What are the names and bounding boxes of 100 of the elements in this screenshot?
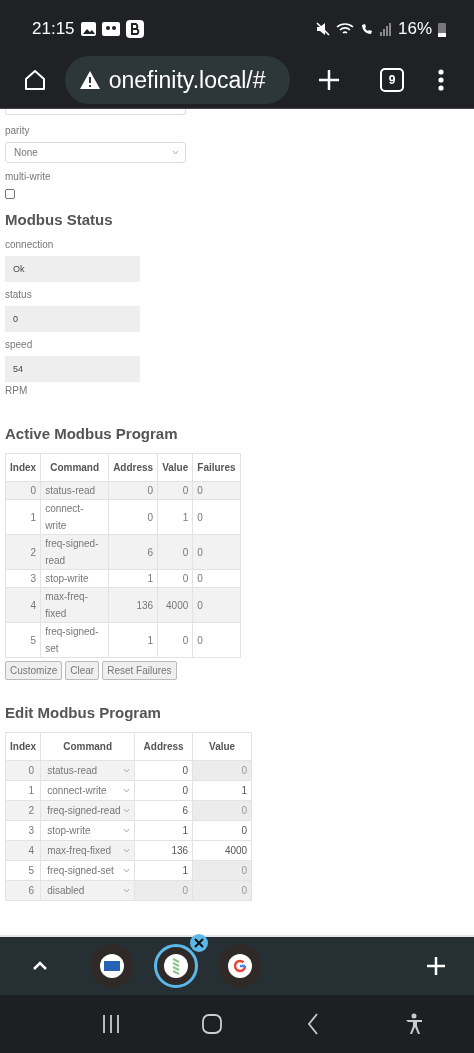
action-button[interactable]: Customize: [5, 661, 63, 680]
table-cell: 0: [157, 622, 193, 658]
checkbox[interactable]: [5, 189, 15, 199]
caret-icon: [123, 828, 131, 833]
caret-icon: [123, 808, 131, 813]
column-header: Command: [40, 732, 135, 761]
table-cell-text: 0: [27, 765, 36, 776]
table-cell: 0: [192, 622, 241, 658]
section-heading: Active Modbus Program: [5, 425, 179, 443]
tab-favicon[interactable]: [90, 944, 134, 988]
colorful-circle-icon: [228, 954, 252, 978]
table-cell: status-read: [40, 481, 109, 500]
b-square-icon: [125, 20, 144, 38]
caret-icon: [123, 768, 131, 773]
command-select[interactable]: connect-write: [41, 781, 135, 800]
command-select[interactable]: freq-signed-set: [41, 861, 135, 880]
address-bar[interactable]: onefinity.local/#: [64, 56, 290, 104]
close-icon: [194, 938, 204, 948]
command-select[interactable]: stop-write: [41, 821, 135, 840]
command-select[interactable]: disabled: [41, 881, 135, 900]
home-square-icon: [201, 1014, 222, 1034]
column-header: Value: [192, 732, 252, 761]
section-heading: Edit Modbus Program: [5, 704, 162, 722]
select-field[interactable]: [5, 109, 186, 115]
table-cell: 4: [5, 587, 41, 623]
action-button[interactable]: Reset Failures: [102, 661, 177, 680]
table-cell: 0: [157, 481, 193, 500]
field-label: status: [5, 289, 33, 301]
table-cell: 4000: [157, 587, 193, 623]
caret-icon: [123, 868, 131, 873]
table-cell: 136: [108, 587, 158, 623]
table-cell: 0: [192, 569, 241, 588]
warning-icon: [78, 70, 101, 90]
column-header: Failures: [192, 453, 241, 482]
column-header: Command: [40, 453, 109, 482]
table-cell: 6: [108, 534, 158, 570]
table-cell-text: 3: [27, 825, 36, 836]
parity-select[interactable]: None: [5, 142, 186, 163]
caret-icon: [172, 150, 179, 155]
back-icon: [306, 1013, 319, 1035]
table-cell-text: 1: [27, 785, 36, 796]
column-header: Value: [157, 453, 193, 482]
table-cell: freq-signed-set: [40, 622, 109, 658]
field-label: multi-write: [5, 171, 52, 183]
table-cell-text: 5: [27, 865, 36, 876]
table-cell: 0: [108, 499, 158, 535]
table-cell: 0: [192, 481, 241, 500]
menu-icon: [437, 69, 444, 91]
clock-time: 21:15: [32, 19, 75, 39]
command-select[interactable]: max-freq-fixed: [41, 841, 135, 860]
table-cell: 0: [192, 534, 241, 570]
unit-label: RPM: [5, 385, 29, 397]
table-cell: 0: [157, 534, 193, 570]
field-label: connection: [5, 239, 55, 251]
tab-favicon[interactable]: [154, 944, 198, 988]
mute-icon: [315, 22, 330, 36]
table-cell: 1: [5, 499, 41, 535]
table-cell: 1: [108, 622, 158, 658]
column-header: Index: [5, 732, 41, 761]
table-cell: 0: [192, 499, 241, 535]
tab-favicon[interactable]: [218, 944, 262, 988]
column-header: Index: [5, 453, 41, 482]
close-button[interactable]: [190, 934, 208, 952]
table-cell: stop-write: [40, 569, 109, 588]
section-heading: Modbus Status: [5, 211, 114, 229]
table-cell-text: 4: [27, 845, 36, 856]
rectangle-logo-icon: [100, 954, 124, 978]
caret-icon: [123, 888, 131, 893]
recents-icon: [100, 1014, 121, 1034]
tab-count: 9: [379, 68, 404, 92]
command-select[interactable]: freq-signed-read: [41, 801, 135, 820]
table-cell: 1: [157, 499, 193, 535]
field-label: speed: [5, 339, 34, 351]
readonly-field: 54: [5, 356, 140, 382]
command-select[interactable]: status-read: [41, 761, 135, 780]
table-cell-text: 6: [27, 885, 36, 896]
table-cell: 5: [5, 622, 41, 658]
table-cell-text: 2: [27, 805, 36, 816]
table-cell: 3: [5, 569, 41, 588]
signal-icon: [379, 22, 392, 36]
tab-switcher-button[interactable]: 9: [372, 60, 412, 100]
column-header: Address: [108, 453, 158, 482]
readonly-field: Ok: [5, 256, 140, 282]
home-icon: [23, 68, 48, 92]
stripes-icon: [164, 954, 188, 978]
plus-icon: [318, 69, 341, 91]
table-cell: 0: [5, 481, 41, 500]
field-label: parity: [5, 125, 31, 137]
image-icon: [80, 22, 96, 36]
table-cell: 0: [192, 587, 241, 623]
accessibility-icon: [404, 1013, 423, 1035]
table-cell: 0: [157, 569, 193, 588]
wifi-icon: [335, 22, 354, 36]
column-header: Address: [134, 732, 193, 761]
action-button[interactable]: Clear: [65, 661, 100, 680]
table-cell: 2: [5, 534, 41, 570]
readonly-field: 0: [5, 306, 140, 332]
voicemail-icon: [101, 22, 120, 36]
caret-icon: [123, 788, 131, 793]
table-cell: 0: [108, 481, 158, 500]
